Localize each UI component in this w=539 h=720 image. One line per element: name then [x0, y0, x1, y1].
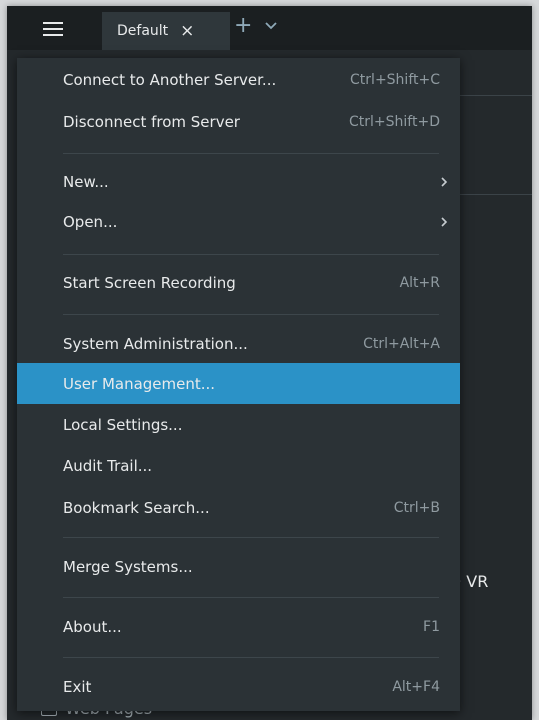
menu-item-label: Local Settings... [63, 416, 183, 434]
close-tab-icon[interactable]: × [180, 22, 194, 40]
menu-item-label: User Management... [63, 374, 216, 393]
menu-item-shortcut: Ctrl+Alt+A [363, 336, 440, 352]
chevron-right-icon [441, 177, 448, 187]
menu-item-exit[interactable]: Exit Alt+F4 [17, 673, 460, 701]
menu-item-label: Exit [63, 678, 92, 696]
menu-item-label: Open... [63, 213, 118, 231]
menu-separator [63, 537, 439, 538]
menu-item-label: New... [63, 173, 109, 191]
menu-item-connect[interactable]: Connect to Another Server... Ctrl+Shift+… [17, 66, 460, 94]
menu-separator [63, 597, 439, 598]
menu-item-disconnect[interactable]: Disconnect from Server Ctrl+Shift+D [17, 108, 460, 136]
menu-item-open[interactable]: Open... [17, 208, 460, 236]
menu-item-merge-systems[interactable]: Merge Systems... [17, 553, 460, 581]
menu-item-label: Bookmark Search... [63, 499, 210, 517]
menu-item-local-settings[interactable]: Local Settings... [17, 411, 460, 439]
menu-item-shortcut: Ctrl+B [393, 500, 440, 516]
tab-bar: Default × + [7, 6, 532, 50]
add-tab-icon[interactable]: + [234, 15, 252, 37]
main-menu-button[interactable] [33, 16, 73, 42]
menu-item-label: Audit Trail... [63, 457, 153, 475]
main-menu-dropdown: Connect to Another Server... Ctrl+Shift+… [17, 58, 460, 711]
menu-separator [63, 314, 439, 315]
menu-item-shortcut: Ctrl+Shift+D [349, 114, 440, 130]
menu-item-user-management[interactable]: User Management... [17, 363, 460, 404]
menu-item-about[interactable]: About... F1 [17, 613, 460, 641]
menu-item-bookmark-search[interactable]: Bookmark Search... Ctrl+B [17, 494, 460, 522]
menu-item-label: Disconnect from Server [63, 113, 240, 131]
menu-item-label: Start Screen Recording [63, 274, 236, 292]
menu-item-shortcut: Alt+R [399, 275, 440, 291]
menu-item-start-recording[interactable]: Start Screen Recording Alt+R [17, 269, 460, 297]
tab-label: Default [117, 23, 169, 39]
app-window: Default × + 0 VR Web Pages Connect to An… [7, 6, 532, 720]
hamburger-icon [43, 22, 63, 36]
menu-item-system-administration[interactable]: System Administration... Ctrl+Alt+A [17, 330, 460, 358]
menu-separator [63, 153, 439, 154]
chevron-right-icon [441, 217, 448, 227]
menu-item-audit-trail[interactable]: Audit Trail... [17, 452, 460, 480]
menu-item-shortcut: Alt+F4 [392, 679, 440, 695]
tab-default[interactable]: Default × [102, 12, 230, 50]
menu-item-new[interactable]: New... [17, 168, 460, 196]
screenshot-frame: Default × + 0 VR Web Pages Connect to An… [0, 0, 539, 720]
menu-item-shortcut: F1 [423, 619, 440, 635]
menu-item-label: About... [63, 618, 122, 636]
menu-item-shortcut: Ctrl+Shift+C [350, 72, 440, 88]
chevron-down-icon[interactable] [264, 19, 278, 33]
menu-separator [63, 657, 439, 658]
menu-item-label: System Administration... [63, 335, 248, 353]
menu-item-label: Connect to Another Server... [63, 71, 277, 89]
menu-separator [63, 254, 439, 255]
menu-item-label: Merge Systems... [63, 558, 193, 576]
